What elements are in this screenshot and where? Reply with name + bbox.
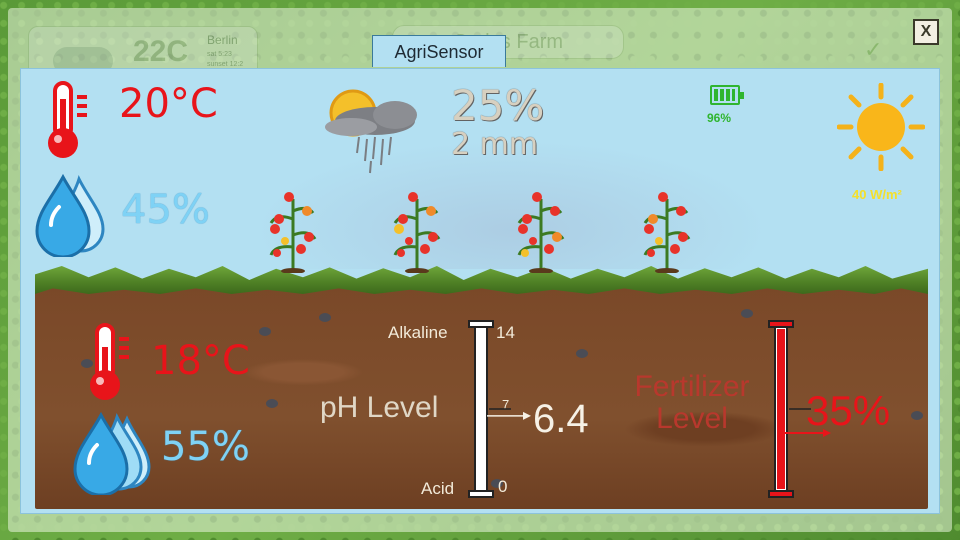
ph-label: pH Level	[320, 391, 439, 424]
soil-temperature: 18°C	[151, 338, 250, 384]
weather-city: Berlin	[207, 33, 238, 47]
close-button[interactable]: X	[913, 19, 939, 45]
rock	[911, 411, 923, 420]
rock	[319, 313, 331, 322]
thermometer-icon	[90, 323, 129, 400]
window-title: AgriSensor	[372, 35, 506, 67]
rock	[741, 309, 753, 318]
battery-icon	[710, 85, 744, 105]
sun-icon	[837, 83, 925, 171]
thermometer-icon	[48, 81, 87, 158]
water-drops-icon	[73, 411, 151, 495]
weather-sunrise: sat 5:23	[207, 51, 232, 58]
air-humidity: 45%	[121, 187, 210, 233]
rain-amount: 2 mm	[451, 127, 539, 162]
battery-fill	[714, 89, 735, 101]
soil-humidity: 55%	[161, 424, 250, 470]
weather-temperature: 22C	[133, 35, 189, 68]
fertilizer-label: Fertilizer Level	[634, 370, 750, 435]
tomato-plant-icon	[393, 192, 441, 273]
agrisensor-popup: 20°C 45% 25% 2 mm 96% 40 W/m² 18°C 55% p…	[20, 68, 940, 514]
water-drops-icon	[35, 173, 105, 257]
ph-acid-label: Acid	[421, 479, 455, 498]
rain-probability: 25%	[451, 81, 545, 130]
fertilizer-value: 35%	[806, 387, 891, 434]
weather-sunset: sunset 12:2	[207, 61, 244, 68]
battery-level: 96%	[707, 111, 732, 125]
air-temperature: 20°C	[119, 81, 218, 127]
rock	[259, 327, 271, 336]
ph-value: 6.4	[533, 397, 589, 441]
check-icon: ✓	[864, 38, 883, 63]
rock	[576, 349, 588, 358]
rock	[266, 399, 278, 408]
tomato-plant-icon	[517, 192, 565, 273]
solar-radiation: 40 W/m²	[852, 187, 902, 202]
ph-pointer-arrow	[487, 411, 531, 420]
tomato-plant-icon	[643, 192, 691, 273]
tomato-plant-icon	[269, 192, 317, 273]
ph-alkaline-label: Alkaline	[388, 323, 448, 342]
ph-gauge	[468, 320, 531, 498]
sun-cloud-rain-icon	[325, 89, 417, 174]
